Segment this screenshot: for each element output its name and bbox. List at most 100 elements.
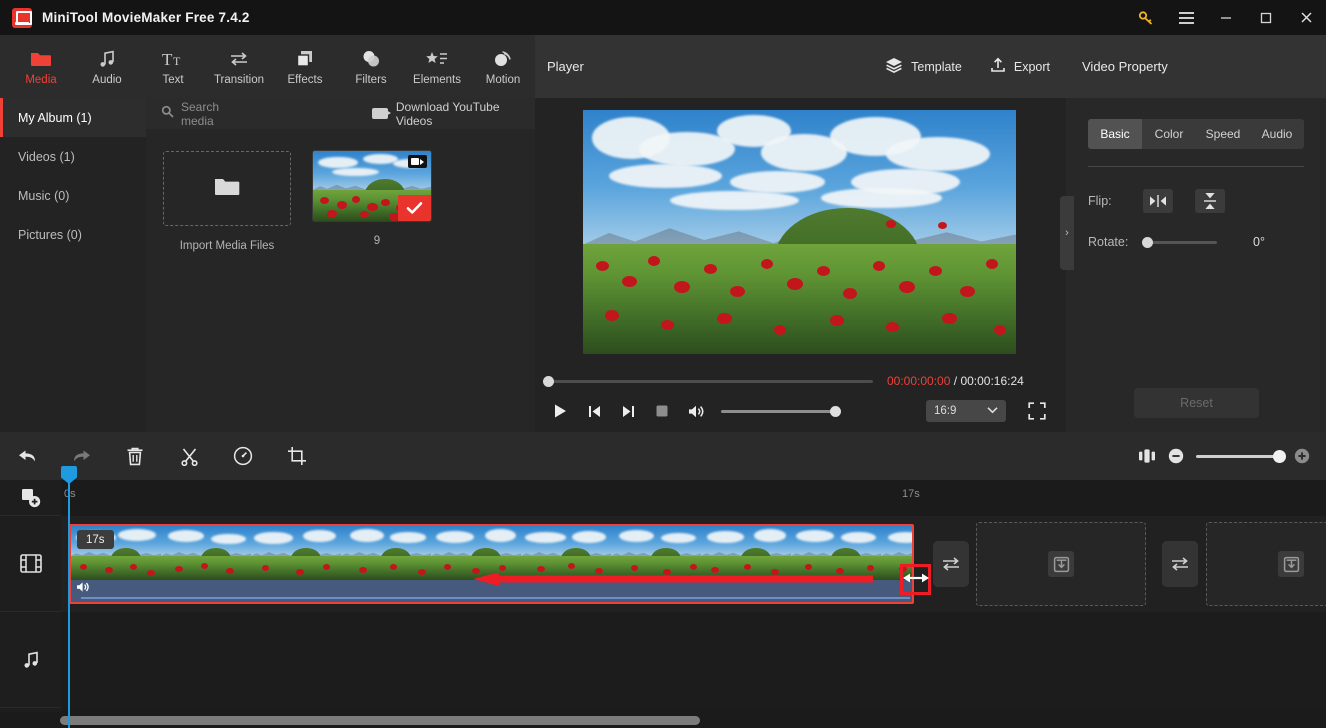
panel-collapse-handle[interactable]: › (1060, 196, 1074, 270)
transition-slot-1[interactable] (933, 541, 969, 587)
tool-label: Transition (213, 73, 265, 86)
download-youtube-button[interactable]: Download YouTube Videos (372, 100, 535, 128)
sidebar-item-music[interactable]: Music (0) (0, 176, 146, 215)
video-track-header[interactable] (0, 516, 61, 612)
next-frame-button[interactable] (611, 394, 645, 428)
aspect-ratio-select[interactable]: 16:9 (926, 400, 1006, 422)
flip-horizontal-button[interactable] (1143, 189, 1173, 213)
rotate-slider[interactable] (1142, 236, 1217, 248)
volume-handle[interactable] (830, 405, 841, 417)
folder-icon (30, 48, 52, 70)
template-layers-icon (885, 57, 903, 76)
close-icon[interactable] (1286, 0, 1326, 35)
audio-track[interactable] (61, 612, 1326, 708)
previous-frame-button[interactable] (577, 394, 611, 428)
tab-color[interactable]: Color (1142, 119, 1196, 149)
tab-audio[interactable]: Audio (1250, 119, 1304, 149)
reset-button[interactable]: Reset (1134, 388, 1259, 418)
key-icon[interactable] (1126, 0, 1166, 35)
music-note-icon (97, 48, 117, 70)
seek-handle[interactable] (543, 375, 554, 387)
split-button[interactable] (162, 432, 216, 480)
sidebar-item-videos[interactable]: Videos (1) (0, 137, 146, 176)
tool-motion[interactable]: Motion (470, 38, 536, 96)
fullscreen-button[interactable] (1026, 400, 1048, 422)
flip-vertical-button[interactable] (1195, 189, 1225, 213)
property-body: Basic Color Speed Audio Flip: Rotate: 0°… (1066, 98, 1326, 432)
volume-slider[interactable] (721, 405, 841, 417)
stop-button[interactable] (645, 394, 679, 428)
menu-icon[interactable] (1166, 0, 1206, 35)
tool-audio[interactable]: Audio (74, 38, 140, 96)
zoom-out-icon[interactable] (1168, 448, 1184, 464)
tool-transition[interactable]: Transition (206, 38, 272, 96)
timeline-zoom-handle[interactable] (1273, 449, 1286, 463)
timeline-zoom-slider[interactable] (1196, 449, 1286, 463)
folder-icon (214, 176, 240, 202)
ruler-tick: 17s (902, 488, 920, 500)
app-window: MiniTool MovieMaker Free 7.4.2 Media Aud… (0, 0, 1326, 728)
app-title: MiniTool MovieMaker Free 7.4.2 (42, 10, 250, 25)
template-button[interactable]: Template (885, 57, 962, 76)
export-button[interactable]: Export (990, 57, 1050, 76)
download-box-icon (1278, 551, 1304, 577)
window-controls (1126, 0, 1326, 35)
tool-filters[interactable]: Filters (338, 38, 404, 96)
import-media-cell[interactable]: Import Media Files (163, 151, 291, 252)
video-preview[interactable] (583, 110, 1016, 354)
transition-slot-2[interactable] (1162, 541, 1198, 587)
media-item[interactable]: 9 (312, 150, 441, 252)
fit-timeline-icon[interactable] (1138, 448, 1156, 464)
video-clip[interactable]: 17s (69, 524, 914, 604)
add-track-button[interactable] (0, 480, 61, 516)
timeline-scrollbar-thumb[interactable] (60, 716, 700, 725)
tab-speed[interactable]: Speed (1196, 119, 1250, 149)
check-icon[interactable] (398, 195, 431, 221)
current-time: 00:00:00:00 (887, 374, 951, 388)
sidebar-item-label: Music (0) (18, 188, 70, 203)
playhead[interactable] (61, 466, 77, 728)
media-thumbnail[interactable] (312, 150, 432, 222)
drop-zone-2[interactable] (1206, 522, 1326, 606)
sidebar-item-pictures[interactable]: Pictures (0) (0, 215, 146, 254)
drop-zone-1[interactable] (976, 522, 1146, 606)
timeline-scrollbar[interactable] (0, 712, 1326, 728)
timeline-ruler[interactable]: 0s 17s (61, 480, 1326, 516)
sidebar-item-label: My Album (1) (18, 110, 92, 125)
star-list-icon (425, 48, 449, 70)
drag-left-arrow (473, 573, 873, 585)
speaker-icon[interactable] (76, 580, 90, 598)
sidebar-item-label: Videos (1) (18, 149, 75, 164)
tool-effects[interactable]: Effects (272, 38, 338, 96)
sidebar-item-my-album[interactable]: My Album (1) (0, 98, 146, 137)
seek-slider[interactable] (543, 375, 873, 387)
tool-media[interactable]: Media (8, 38, 74, 96)
timeline-tracks: 17s (61, 516, 1326, 728)
maximize-icon[interactable] (1246, 0, 1286, 35)
player-controls: 16:9 (535, 394, 1066, 428)
motion-icon (492, 48, 514, 70)
undo-button[interactable] (0, 432, 54, 480)
flip-label: Flip: (1088, 194, 1112, 208)
rotate-handle[interactable] (1142, 236, 1153, 248)
download-youtube-label: Download YouTube Videos (395, 99, 500, 128)
delete-button[interactable] (108, 432, 162, 480)
export-label: Export (1013, 59, 1050, 74)
audio-track-header[interactable] (0, 612, 61, 708)
volume-button[interactable] (679, 394, 713, 428)
video-track[interactable]: 17s (61, 516, 1326, 612)
tab-basic[interactable]: Basic (1088, 119, 1142, 149)
zoom-in-icon[interactable] (1294, 448, 1310, 464)
crop-button[interactable] (270, 432, 324, 480)
search-input[interactable]: Search media (161, 100, 252, 128)
tool-elements[interactable]: Elements (404, 38, 470, 96)
minimize-icon[interactable] (1206, 0, 1246, 35)
import-media-dropzone[interactable] (163, 151, 291, 226)
minitool-logo-icon (12, 7, 32, 28)
speed-button[interactable] (216, 432, 270, 480)
play-button[interactable] (543, 394, 577, 428)
property-tabs: Basic Color Speed Audio (1088, 119, 1304, 149)
tool-text[interactable]: TT Text (140, 38, 206, 96)
library-sidebar: My Album (1) Videos (1) Music (0) Pictur… (0, 98, 146, 432)
media-library: My Album (1) Videos (1) Music (0) Pictur… (0, 98, 535, 432)
